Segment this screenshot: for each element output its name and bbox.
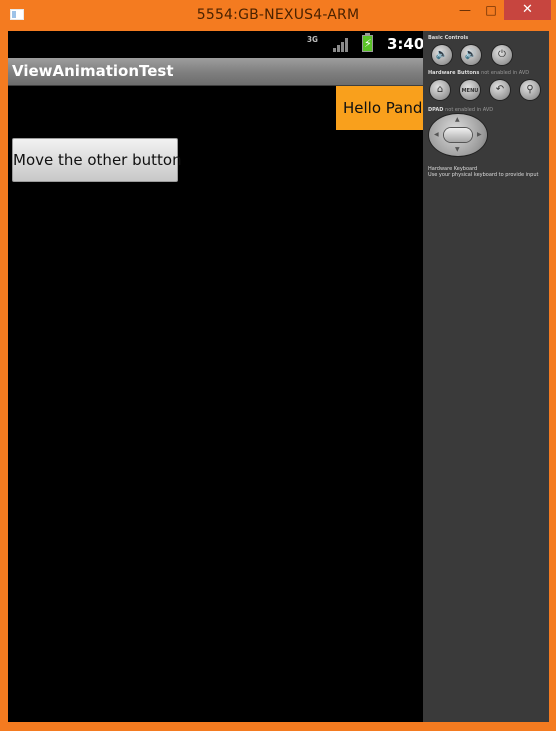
home-button[interactable]: ⌂ <box>430 80 450 100</box>
status-bar: 3G ⚡ 3:40 <box>8 31 423 58</box>
emulator-controls-panel: Basic Controls 🔉 🔊 ⏻ Hardware Buttons no… <box>423 31 549 722</box>
close-button[interactable]: ✕ <box>504 0 551 20</box>
hardware-buttons-label: Hardware Buttons not enabled in AVD <box>428 70 530 76</box>
basic-controls-label: Basic Controls <box>428 35 469 41</box>
volume-up-icon: 🔊 <box>464 49 478 60</box>
dpad-control[interactable]: ▲ ▼ ◀ ▶ <box>429 114 487 156</box>
power-icon: ⏻ <box>498 49 506 60</box>
menu-label: MENU <box>461 88 479 94</box>
menu-button[interactable]: MENU <box>460 80 480 100</box>
volume-down-button[interactable]: 🔉 <box>432 45 452 65</box>
hardware-keyboard-desc: Use your physical keyboard to provide in… <box>428 172 539 178</box>
search-icon: ⚲ <box>526 84 534 95</box>
back-icon: ↶ <box>495 84 505 95</box>
dpad-label: DPAD not enabled in AVD <box>428 107 494 113</box>
dpad-center-button[interactable] <box>444 128 472 142</box>
status-time: 3:40 <box>387 35 423 53</box>
battery-charging-icon: ⚡ <box>362 33 373 52</box>
dpad-up-icon[interactable]: ▲ <box>455 117 460 123</box>
back-button[interactable]: ↶ <box>490 80 510 100</box>
app-title: ViewAnimationTest <box>12 62 174 80</box>
window-titlebar: 5554:GB-NEXUS4-ARM — □ ✕ <box>0 0 556 31</box>
signal-strength-icon <box>333 37 351 52</box>
move-other-button[interactable]: Move the other button <box>12 138 182 182</box>
home-icon: ⌂ <box>436 84 444 95</box>
power-button[interactable]: ⏻ <box>492 45 512 65</box>
dpad-right-icon[interactable]: ▶ <box>477 132 482 138</box>
volume-up-button[interactable]: 🔊 <box>461 45 481 65</box>
dpad-left-icon[interactable]: ◀ <box>434 132 439 138</box>
app-title-bar: ViewAnimationTest <box>8 58 423 86</box>
maximize-button[interactable]: □ <box>478 0 504 20</box>
hardware-keyboard-info: Hardware Keyboard Use your physical keyb… <box>428 166 538 178</box>
dpad-down-icon[interactable]: ▼ <box>455 147 460 153</box>
volume-down-icon: 🔉 <box>435 49 449 60</box>
hello-pandora-button[interactable]: Hello Pandora <box>336 86 423 130</box>
emulator-screen: 3G ⚡ 3:40 ViewAnimationTest Hello Pandor… <box>8 31 423 722</box>
minimize-button[interactable]: — <box>450 0 480 20</box>
network-3g-icon: 3G <box>307 35 318 44</box>
search-button[interactable]: ⚲ <box>520 80 540 100</box>
